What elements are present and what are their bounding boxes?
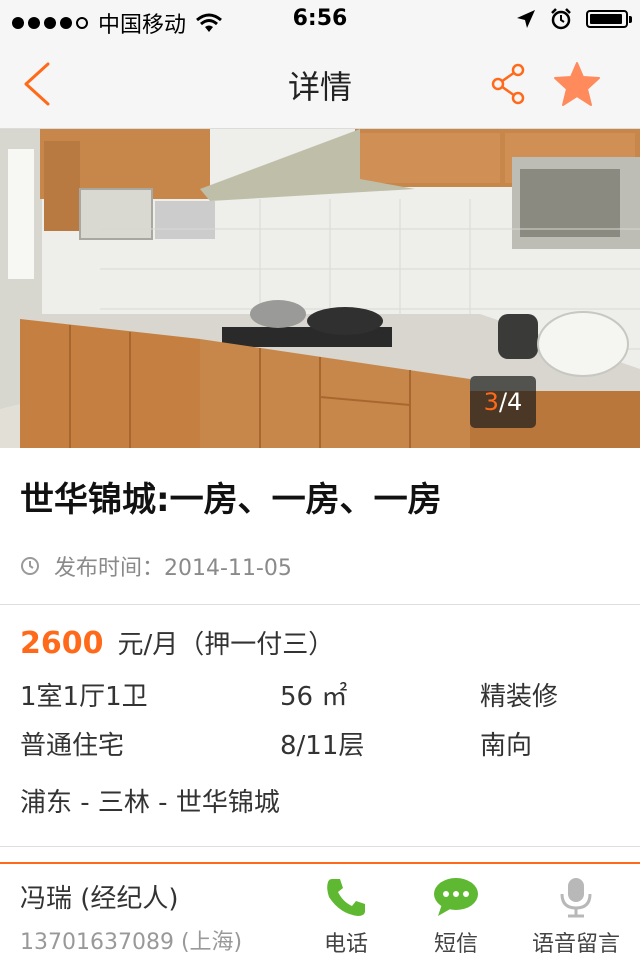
gallery-current: 3 (483, 388, 499, 416)
sms-label: 短信 (433, 932, 478, 957)
favorite-star-icon[interactable] (553, 61, 601, 107)
status-right (516, 8, 632, 30)
gallery-counter: 3/4 (470, 376, 536, 428)
property-type: 普通住宅 (20, 731, 125, 761)
share-icon[interactable] (490, 62, 526, 106)
publish-date: 2014-11-05 (164, 556, 292, 581)
nav-bar: 详情 (0, 40, 640, 129)
alarm-icon (551, 8, 571, 30)
location-arrow-icon (517, 10, 535, 28)
sms-button[interactable]: 短信 (424, 876, 488, 958)
listing-photo[interactable]: 3/4 (0, 129, 640, 448)
price-unit: 元/月（押一付三） (117, 630, 335, 660)
divider (0, 604, 640, 605)
microphone-icon (560, 878, 592, 918)
voice-message-button[interactable]: 语音留言 (526, 876, 626, 958)
call-label: 电话 (323, 932, 368, 957)
listing-title: 世华锦城:一房、一房、一房 (20, 480, 442, 520)
contact-bar: 冯瑞 (经纪人) 13701637089 (上海) 电话 短信 语音留言 (0, 862, 640, 960)
gallery-total: 4 (507, 388, 523, 416)
divider (0, 846, 640, 847)
floor-area: 56 ㎡ (280, 682, 348, 712)
battery-icon (586, 10, 632, 28)
publish-time: 发布时间：2014-11-05 (20, 550, 292, 582)
agent-phone: 13701637089 (上海) (20, 930, 243, 955)
room-layout: 1室1厅1卫 (20, 682, 148, 712)
clock-icon (21, 557, 39, 575)
kitchen-photo-image (0, 129, 640, 448)
publish-label: 发布时间： (54, 556, 165, 581)
gallery-separator: / (498, 388, 508, 416)
orientation: 南向 (480, 731, 533, 761)
price-value: 2600 (20, 626, 104, 661)
price-row: 2600 元/月（押一付三） (20, 624, 334, 661)
agent-name: 冯瑞 (经纪人) (20, 884, 179, 914)
decoration-status: 精装修 (480, 682, 559, 712)
location-path: 浦东 - 三林 - 世华锦城 (20, 788, 280, 818)
floor-level: 8/11层 (280, 731, 365, 761)
page-title: 详情 (287, 68, 352, 106)
status-bar: 中国移动 6:56 (0, 0, 640, 40)
voice-label: 语音留言 (531, 932, 620, 957)
chat-bubble-icon (434, 878, 478, 916)
call-button[interactable]: 电话 (318, 876, 374, 958)
phone-icon (327, 879, 365, 916)
